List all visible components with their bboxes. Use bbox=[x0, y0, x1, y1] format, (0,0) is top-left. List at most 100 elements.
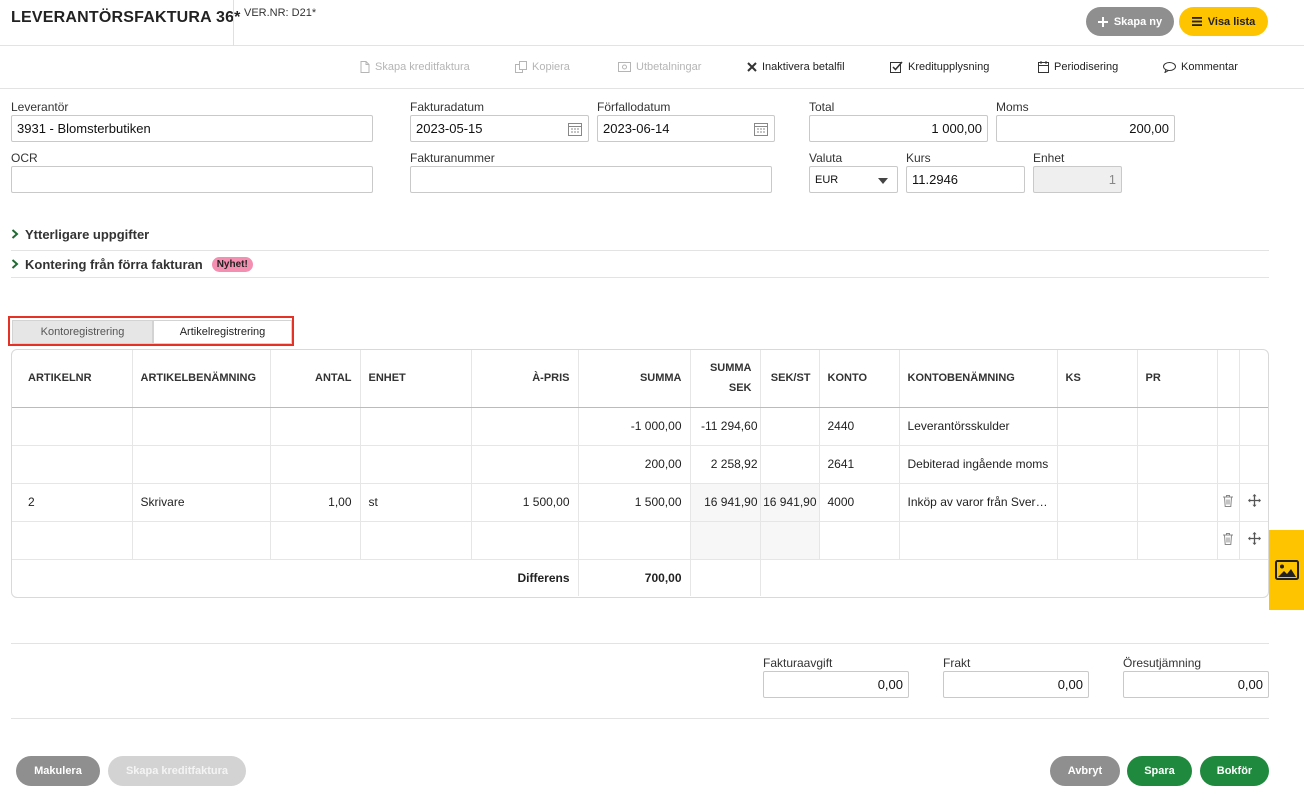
cell-artikelnr[interactable]: 2 bbox=[12, 483, 133, 522]
col-header-konto[interactable]: KONTO bbox=[819, 350, 900, 408]
col-header-artikelnr[interactable]: ARTIKELNR bbox=[12, 350, 133, 408]
fees-bottom-divider bbox=[11, 718, 1269, 719]
cell-pr[interactable] bbox=[1137, 521, 1218, 560]
col-header-artikelbenamning[interactable]: ARTIKELBENÄMNING bbox=[132, 350, 271, 408]
toolbar-credit-check[interactable]: Kreditupplysning bbox=[890, 61, 989, 73]
cell-benamning[interactable]: Skrivare bbox=[132, 483, 271, 522]
cell-pr[interactable] bbox=[1137, 445, 1218, 484]
cell-summa[interactable]: 200,00 bbox=[578, 445, 691, 484]
fees-top-divider bbox=[11, 643, 1269, 644]
void-button[interactable]: Makulera bbox=[16, 756, 100, 786]
cell-konto[interactable]: 4000 bbox=[819, 483, 900, 522]
table-row bbox=[12, 521, 1268, 560]
calendar-icon[interactable] bbox=[568, 122, 582, 136]
col-header-enhet[interactable]: ENHET bbox=[360, 350, 472, 408]
col-header-sek-st[interactable]: SEK/ST bbox=[760, 350, 820, 408]
cell-delete-empty bbox=[1217, 407, 1240, 446]
supplier-field[interactable]: 3931 - Blomsterbutiken bbox=[11, 115, 373, 142]
cell-artikelnr[interactable] bbox=[12, 445, 133, 484]
col-header-summa[interactable]: SUMMA bbox=[578, 350, 691, 408]
currency-select[interactable]: EUR bbox=[809, 166, 898, 193]
toolbar-copy[interactable]: Kopiera bbox=[515, 61, 570, 73]
cell-pr[interactable] bbox=[1137, 407, 1218, 446]
rate-field[interactable]: 11.2946 bbox=[906, 166, 1025, 193]
toolbar-payments[interactable]: Utbetalningar bbox=[618, 61, 701, 73]
section-additional-details[interactable]: Ytterligare uppgifter bbox=[11, 218, 1269, 251]
ocr-field[interactable] bbox=[11, 166, 373, 193]
cell-enhet[interactable]: st bbox=[360, 483, 472, 522]
cell-antal[interactable]: 1,00 bbox=[270, 483, 361, 522]
toolbar-accrual[interactable]: Periodisering bbox=[1038, 61, 1118, 73]
freight-value: 0,00 bbox=[1057, 677, 1083, 692]
toolbar-label: Utbetalningar bbox=[636, 61, 702, 73]
cell-enhet[interactable] bbox=[360, 445, 472, 484]
save-button[interactable]: Spara bbox=[1127, 756, 1192, 786]
verification-number: VER.NR: D21* bbox=[244, 7, 317, 19]
col-header-apris[interactable]: À-PRIS bbox=[471, 350, 579, 408]
invoice-fee-field[interactable]: 0,00 bbox=[763, 671, 909, 698]
cell-ks[interactable] bbox=[1057, 521, 1138, 560]
rounding-field[interactable]: 0,00 bbox=[1123, 671, 1269, 698]
trash-icon[interactable] bbox=[1223, 494, 1233, 507]
due-date-field[interactable]: 2023-06-14 bbox=[597, 115, 775, 142]
attachment-panel-toggle[interactable] bbox=[1269, 530, 1304, 610]
move-icon[interactable] bbox=[1248, 494, 1262, 507]
toolbar-comment[interactable]: Kommentar bbox=[1163, 61, 1238, 73]
col-header-pr[interactable]: PR bbox=[1137, 350, 1218, 408]
toolbar-deactivate-paymentfile[interactable]: Inaktivera betalfil bbox=[747, 61, 845, 73]
toolbar-label: Periodisering bbox=[1054, 61, 1119, 73]
cell-apris[interactable]: 1 500,00 bbox=[471, 483, 579, 522]
cell-benamning[interactable] bbox=[132, 521, 271, 560]
cell-pr[interactable] bbox=[1137, 483, 1218, 522]
cell-enhet[interactable] bbox=[360, 407, 472, 446]
cell-antal[interactable] bbox=[270, 445, 361, 484]
col-header-antal[interactable]: ANTAL bbox=[270, 350, 361, 408]
cell-summa[interactable]: -1 000,00 bbox=[578, 407, 691, 446]
tab-account-registration[interactable]: Kontoregistrering bbox=[12, 320, 153, 344]
cell-artikelnr[interactable] bbox=[12, 521, 133, 560]
x-icon bbox=[747, 62, 757, 72]
cell-apris[interactable] bbox=[471, 445, 579, 484]
show-list-button[interactable]: Visa lista bbox=[1179, 7, 1268, 36]
calendar-icon[interactable] bbox=[754, 122, 768, 136]
cancel-button[interactable]: Avbryt bbox=[1050, 756, 1120, 786]
col-header-kontobenamning[interactable]: KONTOBENÄMNING bbox=[899, 350, 1058, 408]
cell-enhet[interactable] bbox=[360, 521, 472, 560]
cell-apris[interactable] bbox=[471, 521, 579, 560]
vat-field[interactable]: 200,00 bbox=[996, 115, 1175, 142]
trash-icon[interactable] bbox=[1223, 532, 1233, 545]
cell-konto[interactable]: 2440 bbox=[819, 407, 900, 446]
cell-antal[interactable] bbox=[270, 407, 361, 446]
col-header-ks[interactable]: KS bbox=[1057, 350, 1138, 408]
freight-field[interactable]: 0,00 bbox=[943, 671, 1089, 698]
chevron-right-icon bbox=[11, 229, 19, 239]
section-previous-posting[interactable]: Kontering från förra fakturan Nyhet! bbox=[11, 251, 1269, 278]
cell-artikelnr[interactable] bbox=[12, 407, 133, 446]
cell-benamning[interactable] bbox=[132, 407, 271, 446]
cell-benamning[interactable] bbox=[132, 445, 271, 484]
total-field[interactable]: 1 000,00 bbox=[809, 115, 988, 142]
invoice-date-label: Fakturadatum bbox=[410, 100, 485, 114]
cell-summa[interactable]: 1 500,00 bbox=[578, 483, 691, 522]
cell-kontobenamning: Inköp av varor från Sveri… bbox=[899, 483, 1058, 522]
tab-article-registration[interactable]: Artikelregistrering bbox=[153, 320, 292, 344]
cell-ks[interactable] bbox=[1057, 407, 1138, 446]
currency-value: EUR bbox=[815, 173, 839, 186]
cell-konto[interactable] bbox=[819, 521, 900, 560]
create-credit-invoice-button[interactable]: Skapa kreditfaktura bbox=[108, 756, 246, 786]
cell-move bbox=[1239, 521, 1268, 560]
cell-apris[interactable] bbox=[471, 407, 579, 446]
book-button[interactable]: Bokför bbox=[1200, 756, 1269, 786]
cell-ks[interactable] bbox=[1057, 483, 1138, 522]
toolbar-create-credit-invoice[interactable]: Skapa kreditfaktura bbox=[360, 61, 470, 73]
invoice-number-field[interactable] bbox=[410, 166, 772, 193]
supplier-label: Leverantör bbox=[11, 100, 69, 114]
create-new-button[interactable]: Skapa ny bbox=[1086, 7, 1174, 36]
move-icon[interactable] bbox=[1248, 532, 1262, 545]
col-header-summa-sek[interactable]: SUMMA SEK bbox=[690, 350, 761, 408]
cell-ks[interactable] bbox=[1057, 445, 1138, 484]
cell-summa[interactable] bbox=[578, 521, 691, 560]
cell-antal[interactable] bbox=[270, 521, 361, 560]
cell-konto[interactable]: 2641 bbox=[819, 445, 900, 484]
invoice-date-field[interactable]: 2023-05-15 bbox=[410, 115, 589, 142]
